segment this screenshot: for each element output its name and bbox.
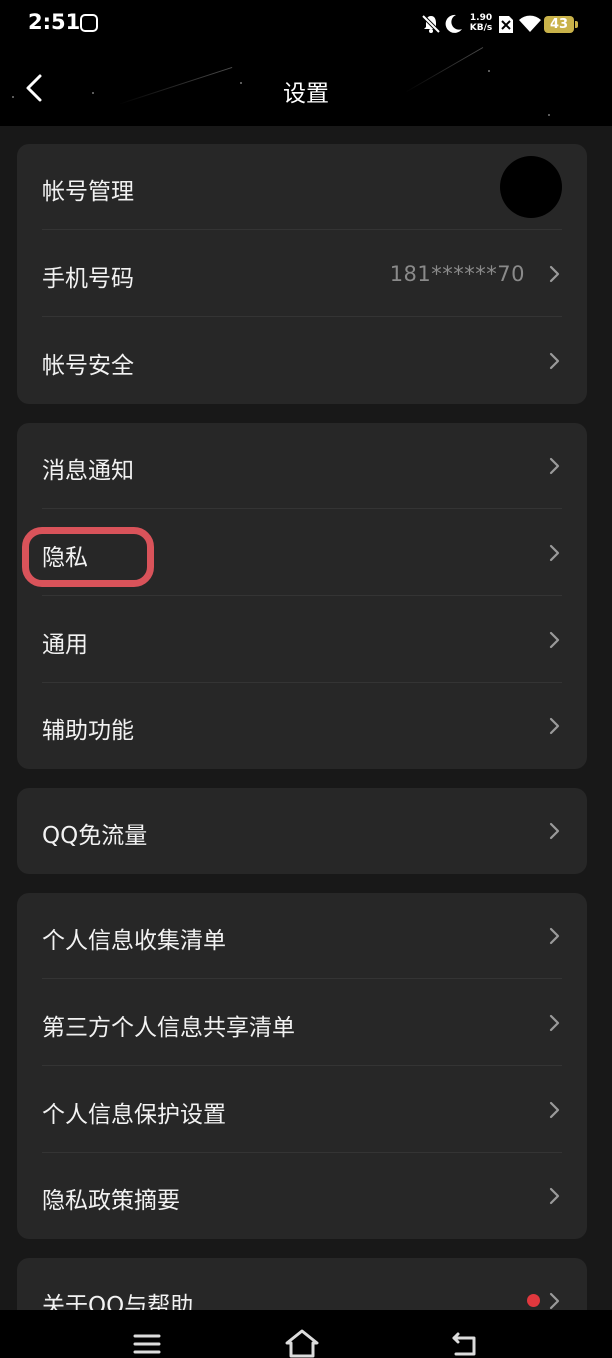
row-label: 第三方个人信息共享清单 [42, 1015, 295, 1041]
header-star [548, 114, 550, 116]
network-speed: 1.90 KB/s [468, 13, 494, 33]
chevron-right-icon [549, 822, 560, 840]
settings-group-account: 帐号管理 手机号码 181******70 帐号安全 [17, 144, 587, 404]
settings-item-account-security[interactable]: 帐号安全 [17, 318, 587, 404]
settings-item-account-management[interactable]: 帐号管理 [17, 144, 587, 230]
row-label: 通用 [42, 632, 88, 658]
chevron-right-icon [549, 265, 560, 283]
settings-item-info-collection-list[interactable]: 个人信息收集清单 [17, 893, 587, 979]
chevron-right-icon [549, 1187, 560, 1205]
chevron-right-icon [549, 1014, 560, 1032]
settings-group-about: 关于QQ与帮助 [17, 1258, 587, 1310]
chevron-right-icon [549, 927, 560, 945]
row-label: 辅助功能 [42, 718, 134, 744]
chevron-right-icon [549, 352, 560, 370]
battery-tip [575, 21, 578, 28]
settings-group-personal-info: 个人信息收集清单 第三方个人信息共享清单 个人信息保护设置 隐私政策摘要 [17, 893, 587, 1239]
settings-item-accessibility[interactable]: 辅助功能 [17, 683, 587, 769]
row-divider [42, 595, 562, 596]
status-bar: 2:51 1.90 KB/s 43 [0, 0, 612, 52]
row-label: 关于QQ与帮助 [42, 1293, 194, 1310]
settings-item-privacy-policy-summary[interactable]: 隐私政策摘要 [17, 1153, 587, 1239]
row-divider [42, 1065, 562, 1066]
settings-item-qq-free-data[interactable]: QQ免流量 [17, 788, 587, 874]
chevron-right-icon [549, 717, 560, 735]
wifi-icon [519, 15, 541, 32]
avatar [500, 156, 562, 218]
row-divider [42, 229, 562, 230]
battery-icon: 43 [544, 16, 574, 33]
speed-unit: KB/s [469, 23, 493, 33]
app-header: 设置 [0, 47, 612, 126]
chevron-right-icon [549, 544, 560, 562]
chevron-right-icon [549, 631, 560, 649]
settings-item-phone-number[interactable]: 手机号码 181******70 [17, 231, 587, 317]
row-label: 隐私政策摘要 [42, 1188, 180, 1214]
row-label: 个人信息保护设置 [42, 1102, 226, 1128]
row-label: 帐号管理 [42, 179, 134, 205]
no-sim-icon [499, 16, 513, 33]
row-label: 手机号码 [42, 266, 134, 292]
chevron-right-icon [549, 457, 560, 475]
back-icon[interactable] [450, 1330, 482, 1358]
system-navigation-bar [0, 1310, 612, 1358]
do-not-disturb-icon [445, 14, 462, 33]
row-label: 消息通知 [42, 458, 134, 484]
settings-item-general[interactable]: 通用 [17, 597, 587, 683]
row-label: 帐号安全 [42, 353, 134, 379]
row-divider [42, 978, 562, 979]
home-icon[interactable] [284, 1328, 320, 1358]
header-star [488, 70, 490, 72]
row-divider [42, 316, 562, 317]
chevron-right-icon [549, 1101, 560, 1119]
mute-icon [421, 14, 441, 34]
settings-item-third-party-sharing-list[interactable]: 第三方个人信息共享清单 [17, 980, 587, 1066]
row-divider [42, 508, 562, 509]
app-notification-icon [80, 14, 98, 32]
phone-number-value: 181******70 [389, 262, 525, 286]
status-time: 2:51 [28, 10, 81, 34]
settings-group-data: QQ免流量 [17, 788, 587, 874]
row-label: QQ免流量 [42, 823, 148, 849]
privacy-highlight-annotation [22, 527, 154, 587]
speed-value: 1.90 [469, 13, 493, 23]
settings-item-notifications[interactable]: 消息通知 [17, 423, 587, 509]
settings-item-info-protection-settings[interactable]: 个人信息保护设置 [17, 1067, 587, 1153]
page-title: 设置 [283, 81, 329, 107]
new-badge-dot [527, 1294, 540, 1307]
chevron-right-icon [549, 1292, 560, 1310]
row-label: 个人信息收集清单 [42, 928, 226, 954]
settings-item-about-qq-help[interactable]: 关于QQ与帮助 [17, 1258, 587, 1310]
menu-icon[interactable] [133, 1330, 161, 1356]
settings-group-general: 消息通知 隐私 通用 辅助功能 [17, 423, 587, 769]
settings-list[interactable]: 帐号管理 手机号码 181******70 帐号安全 消息通知 隐私 通用 辅助… [0, 126, 612, 1310]
